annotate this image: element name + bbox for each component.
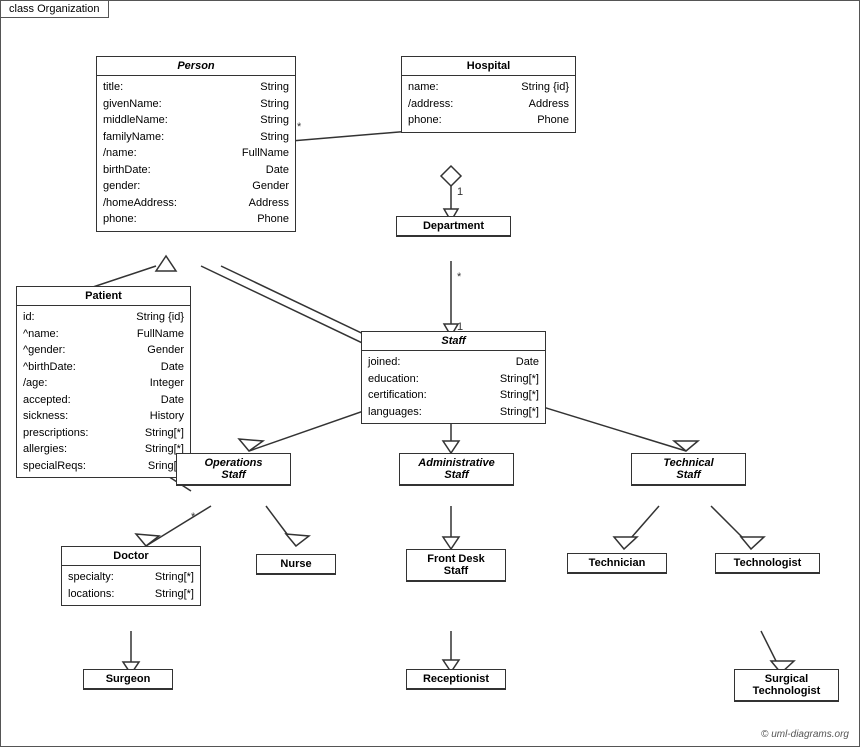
class-administrative-staff: AdministrativeStaff [399, 453, 514, 486]
class-person-header: Person [97, 57, 295, 76]
diagram-title: class Organization [1, 1, 109, 18]
class-staff-body: joined:Date education:String[*] certific… [362, 351, 545, 423]
class-front-desk-staff: Front DeskStaff [406, 549, 506, 582]
class-person: Person title:String givenName:String mid… [96, 56, 296, 232]
class-technician-header: Technician [568, 554, 666, 573]
class-administrative-staff-header: AdministrativeStaff [400, 454, 513, 485]
class-technical-staff-header: TechnicalStaff [632, 454, 745, 485]
mult-dept-asterisk: * [457, 271, 461, 283]
mult-hospital-dept: 1 [457, 186, 463, 198]
class-nurse: Nurse [256, 554, 336, 575]
class-surgical-technologist-header: SurgicalTechnologist [735, 670, 838, 701]
class-doctor-body: specialty:String[*] locations:String[*] [62, 566, 200, 605]
copyright: © uml-diagrams.org [761, 729, 849, 740]
class-operations-staff: OperationsStaff [176, 453, 291, 486]
class-department-header: Department [397, 217, 510, 236]
class-technical-staff: TechnicalStaff [631, 453, 746, 486]
class-receptionist-header: Receptionist [407, 670, 505, 689]
class-doctor: Doctor specialty:String[*] locations:Str… [61, 546, 201, 606]
class-hospital-body: name:String {id} /address:Address phone:… [402, 76, 575, 132]
class-surgeon: Surgeon [83, 669, 173, 690]
class-surgical-technologist: SurgicalTechnologist [734, 669, 839, 702]
class-technologist: Technologist [715, 553, 820, 574]
class-hospital-header: Hospital [402, 57, 575, 76]
class-front-desk-staff-header: Front DeskStaff [407, 550, 505, 581]
class-staff-header: Staff [362, 332, 545, 351]
class-hospital: Hospital name:String {id} /address:Addre… [401, 56, 576, 133]
class-doctor-header: Doctor [62, 547, 200, 566]
mult-person-hospital-left: * [297, 121, 301, 133]
class-staff: Staff joined:Date education:String[*] ce… [361, 331, 546, 424]
diagram-container: class Organization [0, 0, 860, 747]
class-person-body: title:String givenName:String middleName… [97, 76, 295, 231]
class-technologist-header: Technologist [716, 554, 819, 573]
class-surgeon-header: Surgeon [84, 670, 172, 689]
class-department: Department [396, 216, 511, 237]
mult-ops-asterisk: * [191, 511, 195, 523]
class-nurse-header: Nurse [257, 555, 335, 574]
class-receptionist: Receptionist [406, 669, 506, 690]
class-operations-staff-header: OperationsStaff [177, 454, 290, 485]
class-technician: Technician [567, 553, 667, 574]
class-patient: Patient id:String {id} ^name:FullName ^g… [16, 286, 191, 478]
class-patient-body: id:String {id} ^name:FullName ^gender:Ge… [17, 306, 190, 477]
class-patient-header: Patient [17, 287, 190, 306]
